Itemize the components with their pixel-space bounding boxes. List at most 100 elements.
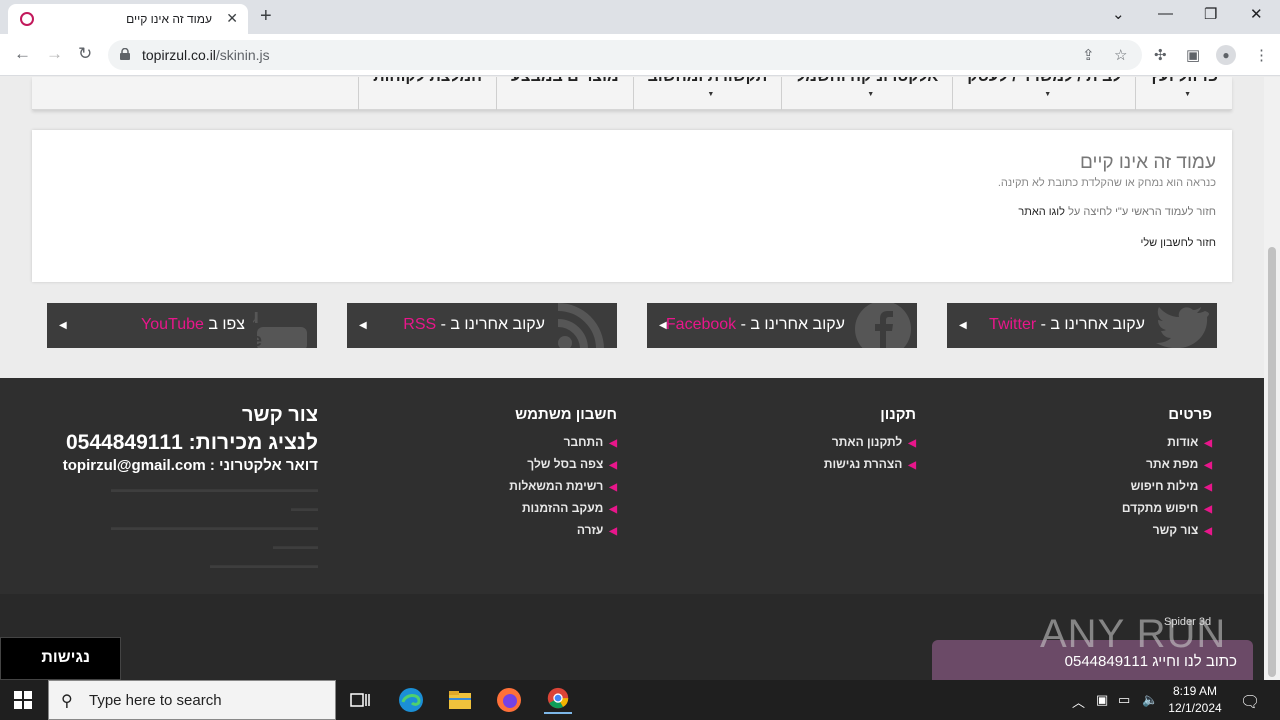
accessibility-label: נגישות bbox=[41, 649, 90, 666]
youtube-icon: You Tube bbox=[253, 306, 307, 348]
svg-text:You: You bbox=[253, 306, 259, 328]
task-view-icon[interactable] bbox=[346, 686, 374, 714]
footer-link-wishlist[interactable]: ◀רשימת המשאלות bbox=[509, 475, 617, 497]
taskbar-search-box[interactable]: ⚲ Type here to search bbox=[48, 680, 336, 720]
arrow-left-icon: ◀ bbox=[659, 320, 667, 331]
menu-item-home-office-business[interactable]: לבית / למשרד / לעסק▼ bbox=[952, 77, 1135, 110]
caret-down-icon: ▼ bbox=[867, 91, 875, 98]
notifications-icon[interactable]: 🗨 bbox=[1240, 692, 1260, 712]
triangle-left-icon: ◀ bbox=[609, 460, 617, 471]
edge-browser-icon[interactable] bbox=[397, 686, 425, 714]
footer-link-accessibility-statement[interactable]: ◀הצהרת נגישות bbox=[824, 453, 916, 475]
menu-item-electronics[interactable]: אלקטרוניקה וחשמל▼ bbox=[781, 77, 952, 110]
footer-link-contact[interactable]: ◀צור קשר bbox=[1122, 519, 1212, 541]
return-home-text: חזור לעמוד הראשי ע"י לחיצה על לוגו האתר bbox=[1018, 206, 1216, 218]
footer-link-view-cart[interactable]: ◀צפה בסל שלך bbox=[509, 453, 617, 475]
arrow-left-icon: ◀ bbox=[59, 320, 67, 331]
site-favicon-icon bbox=[20, 12, 34, 26]
twitter-icon bbox=[1156, 307, 1209, 348]
triangle-left-icon: ◀ bbox=[609, 482, 617, 493]
triangle-left-icon: ◀ bbox=[1204, 438, 1212, 449]
minimize-button[interactable]: — bbox=[1158, 5, 1173, 22]
url-text: topirzul.co.il/skinin.js bbox=[142, 47, 270, 63]
menu-item-testimonials[interactable]: המלצת לקוחות bbox=[358, 77, 496, 110]
triangle-left-icon: ◀ bbox=[609, 504, 617, 515]
contact-email[interactable]: דואר אלקטרוני : topirzul@gmail.com bbox=[18, 457, 318, 474]
windows-start-icon[interactable] bbox=[14, 691, 32, 709]
reload-icon[interactable]: ↻ bbox=[78, 44, 92, 64]
site-logo-link[interactable]: לוגו האתר bbox=[1018, 206, 1065, 218]
triangle-left-icon: ◀ bbox=[1204, 482, 1212, 493]
return-account-link[interactable]: חזור לחשבון שלי bbox=[48, 237, 1216, 249]
triangle-left-icon: ◀ bbox=[1204, 460, 1212, 471]
extensions-puzzle-icon[interactable]: ✣ bbox=[1154, 46, 1167, 64]
clock-time: 8:19 AM bbox=[1172, 684, 1218, 698]
profile-avatar-icon[interactable]: ● bbox=[1216, 45, 1236, 65]
contact-phone[interactable]: לנציג מכירות: 0544849111 bbox=[18, 431, 318, 455]
page-scrollbar[interactable] bbox=[1264, 77, 1280, 680]
restore-button[interactable]: ❐ bbox=[1204, 5, 1217, 23]
triangle-left-icon: ◀ bbox=[609, 526, 617, 537]
footer-column-terms: תקנון ◀לתקנון האתר ◀הצהרת נגישות bbox=[824, 406, 916, 475]
meet-now-icon[interactable]: ▣ bbox=[1096, 692, 1108, 708]
footer-link-about[interactable]: ◀אודות bbox=[1122, 431, 1212, 453]
scrollbar-thumb[interactable] bbox=[1268, 247, 1276, 677]
caret-down-icon: ▼ bbox=[1184, 91, 1192, 98]
footer-bottom-bar: Spider 3d כתוב לנו וחייג 0544849111 ANY … bbox=[0, 594, 1264, 680]
back-arrow-icon[interactable]: ← bbox=[14, 44, 31, 64]
forward-arrow-icon[interactable]: → bbox=[46, 44, 63, 64]
browser-toolbar: ← → ↻ topirzul.co.il/skinin.js ⇪ ☆ ✣ ▣ ●… bbox=[0, 34, 1280, 76]
network-icon[interactable]: ▭ bbox=[1118, 692, 1130, 708]
footer-column-account: חשבון משתמש ◀התחבר ◀צפה בסל שלך ◀רשימת ה… bbox=[509, 406, 617, 541]
menu-item-hardware-wood[interactable]: פרזול ועץ▼ bbox=[1135, 77, 1232, 110]
browser-tab[interactable]: עמוד זה אינו קיים ✕ bbox=[8, 4, 248, 34]
close-window-button[interactable]: ✕ bbox=[1250, 5, 1263, 23]
menu-item-sale-products[interactable]: מוצרים במבצע bbox=[495, 77, 633, 110]
facebook-follow-text: עקוב אחרינו ב - Facebook bbox=[665, 316, 845, 333]
side-panel-icon[interactable]: ▣ bbox=[1186, 46, 1200, 64]
share-icon[interactable]: ⇪ bbox=[1082, 46, 1095, 64]
footer-heading: חשבון משתמש bbox=[515, 406, 617, 423]
footer-link-login[interactable]: ◀התחבר bbox=[509, 431, 617, 453]
arrow-left-icon: ◀ bbox=[959, 320, 967, 331]
browser-menu-icon[interactable]: ⋮ bbox=[1254, 46, 1269, 64]
tab-close-icon[interactable]: ✕ bbox=[226, 10, 238, 27]
address-bar[interactable]: topirzul.co.il/skinin.js ⇪ ☆ bbox=[108, 40, 1142, 70]
youtube-follow-button[interactable]: You Tube צפו ב YouTube ◀ bbox=[47, 303, 317, 348]
svg-text:Tube: Tube bbox=[253, 330, 262, 348]
firefox-icon[interactable] bbox=[495, 686, 523, 714]
footer-heading: תקנון bbox=[880, 406, 916, 423]
browser-tab-strip: עמוד זה אינו קיים ✕ + ⌄ — ❐ ✕ bbox=[0, 0, 1280, 34]
page-viewport: פרזול ועץ▼ לבית / למשרד / לעסק▼ אלקטרוני… bbox=[0, 77, 1264, 680]
page-title: עמוד זה אינו קיים bbox=[1080, 152, 1216, 173]
menu-item-communication-computing[interactable]: תקשורת ומחשוב▼ bbox=[632, 77, 782, 110]
footer-heading: פרטים bbox=[1168, 406, 1212, 423]
rss-follow-button[interactable]: עקוב אחרינו ב - RSS ◀ bbox=[347, 303, 617, 348]
bookmark-star-icon[interactable]: ☆ bbox=[1114, 46, 1127, 64]
facebook-follow-button[interactable]: עקוב אחרינו ב - Facebook ◀ bbox=[647, 303, 917, 348]
taskbar-clock[interactable]: 8:19 AM 12/1/2024 bbox=[1166, 683, 1224, 717]
footer-link-search-keywords[interactable]: ◀מילות חיפוש bbox=[1122, 475, 1212, 497]
windows-taskbar: ⚲ Type here to search ︿ ▣ ▭ 🔈 8:19 AM 12… bbox=[0, 680, 1280, 720]
triangle-left-icon: ◀ bbox=[908, 460, 916, 471]
tab-title: עמוד זה אינו קיים bbox=[126, 12, 212, 26]
new-tab-button[interactable]: + bbox=[260, 5, 272, 28]
youtube-follow-text: צפו ב YouTube bbox=[141, 316, 245, 333]
caret-down-icon: ▼ bbox=[707, 91, 715, 98]
footer-link-advanced-search[interactable]: ◀חיפוש מתקדם bbox=[1122, 497, 1212, 519]
taskbar-search-placeholder: Type here to search bbox=[89, 692, 222, 709]
tray-chevron-up-icon[interactable]: ︿ bbox=[1072, 692, 1085, 711]
footer-link-sitemap[interactable]: ◀מפת אתר bbox=[1122, 453, 1212, 475]
footer-link-help[interactable]: ◀עזרה bbox=[509, 519, 617, 541]
footer-link-order-tracking[interactable]: ◀מעקב ההזמנות bbox=[509, 497, 617, 519]
chrome-icon[interactable] bbox=[544, 686, 572, 714]
volume-icon[interactable]: 🔈 bbox=[1142, 692, 1158, 708]
triangle-left-icon: ◀ bbox=[1204, 504, 1212, 515]
footer-link-terms[interactable]: ◀לתקנון האתר bbox=[824, 431, 916, 453]
file-explorer-icon[interactable] bbox=[446, 686, 474, 714]
twitter-follow-button[interactable]: עקוב אחרינו ב - Twitter ◀ bbox=[947, 303, 1217, 348]
accessibility-button[interactable]: נגישות bbox=[0, 637, 121, 680]
triangle-left-icon: ◀ bbox=[1204, 526, 1212, 537]
tab-search-chevron-down-icon[interactable]: ⌄ bbox=[1112, 5, 1125, 23]
rss-follow-text: עקוב אחרינו ב - RSS bbox=[403, 316, 545, 333]
